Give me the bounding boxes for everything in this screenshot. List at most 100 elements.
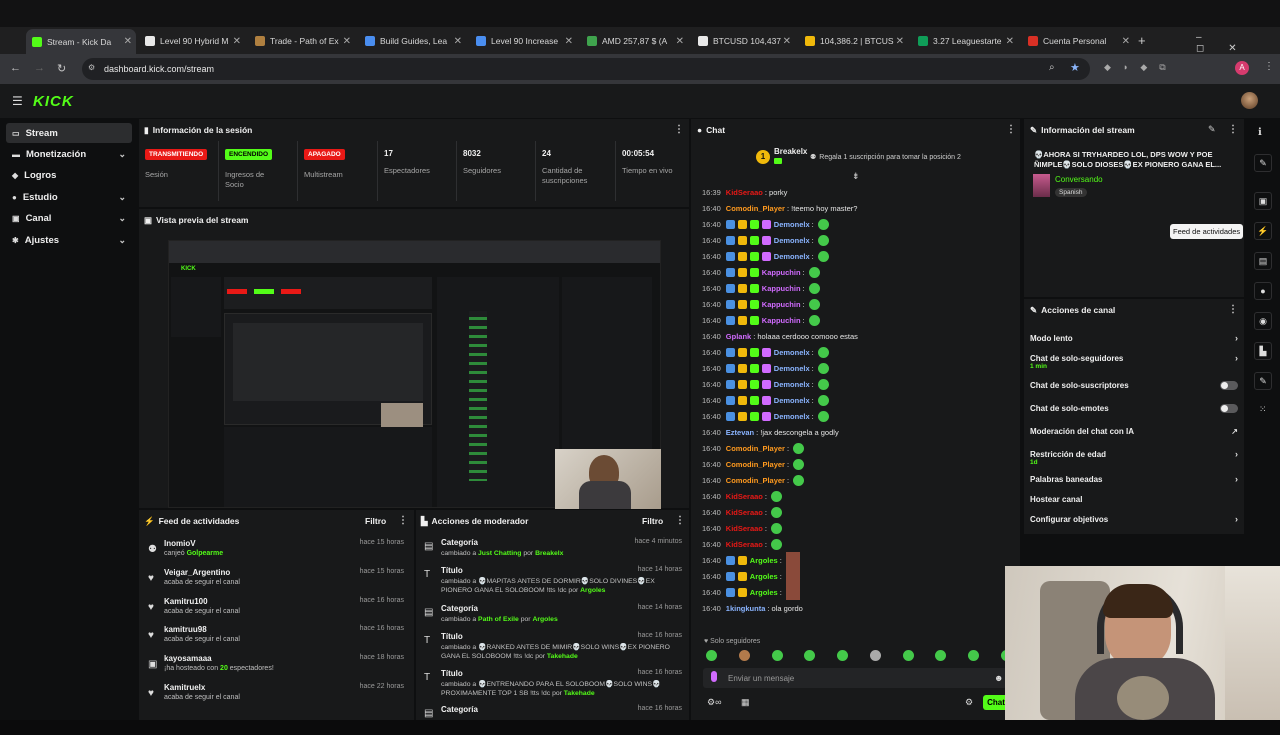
chat-username[interactable]: Kappuchin [762,300,801,309]
url-field[interactable]: dashboard.kick.com/stream [82,58,1090,80]
back-icon[interactable]: ← [10,62,21,74]
sidebar-item-0[interactable]: ▭ Stream [6,123,132,143]
chat-username[interactable]: Eztevan [726,428,754,437]
emote-3[interactable] [771,650,783,661]
chat-username[interactable]: Comodin_Player [726,476,785,485]
extensions-bar[interactable]: ◆◗◆⧉ [1104,62,1178,73]
mod-action-row[interactable]: ▤ Categoría cambiado a Just Chatting por B… [420,538,686,568]
stream-preview-video[interactable]: KICK [168,240,661,509]
chat-message[interactable]: 16:40 Argoles: [702,568,800,584]
chat-message[interactable]: 16:40 Demonelx: [702,232,829,248]
chat-message[interactable]: 16:40 Comodin_Player: !teemo hoy master? [702,200,857,216]
channel-action-row[interactable]: Chat de solo-suscriptores [1030,377,1238,393]
channel-action-row[interactable]: Hostear canal [1030,491,1238,507]
chat-message[interactable]: 16:40 Kappuchin: [702,264,820,280]
channel-action-row[interactable]: Modo lento › [1030,330,1238,346]
channel-actions-menu-icon[interactable]: ⋮ [1228,304,1238,315]
browser-tab-2[interactable]: Level 90 Hybrid M ✕ [139,30,245,52]
toggle-switch[interactable] [1220,403,1238,413]
channel-action-row[interactable]: Moderación del chat con IA ↗ [1030,423,1238,439]
chat-message[interactable]: 16:40 KidSeraao: [702,488,782,504]
tab-close-icon[interactable]: ✕ [1122,36,1130,47]
rail-activity-feed-icon[interactable]: ⚡ [1254,222,1272,240]
feed-user[interactable]: Kamitruelx [164,683,205,692]
emoji-picker-icon[interactable]: ☻ [994,673,1003,683]
chat-message[interactable]: 16:39 KidSeraao: porky [702,184,787,200]
mod-action-row[interactable]: T Título cambiado a 💀ENTRENANDO PARA EL SO… [420,669,686,699]
chat-tools-icon[interactable]: ⚙∞ [707,697,721,708]
channel-action-row[interactable]: Chat de solo-seguidores 1 min › [1030,350,1238,370]
chat-username[interactable]: Kappuchin [762,284,801,293]
chat-username[interactable]: 1kingkunta [726,604,766,613]
chat-username[interactable]: Comodin_Player [726,204,785,213]
hamburger-icon[interactable]: ☰ [12,94,23,108]
pin-icon[interactable]: ⇟ [852,171,860,182]
chat-message[interactable]: 16:40 Kappuchin: [702,312,820,328]
chat-username[interactable]: Demonelx [774,348,810,357]
feed-user[interactable]: Veigar_Argentino [164,568,230,577]
feed-user[interactable]: kayosamaaa [164,654,212,663]
feed-row[interactable]: ♥ Veigar_Argentino acaba de seguir el cana… [144,567,412,596]
stream-info-menu-icon[interactable]: ⋮ [1228,124,1238,135]
tab-close-icon[interactable]: ✕ [124,36,132,47]
tab-close-icon[interactable]: ✕ [343,36,351,47]
emote-9[interactable] [968,650,980,661]
chat-username[interactable]: KidSeraao [726,524,763,533]
emote-5[interactable] [837,650,849,661]
tab-close-icon[interactable]: ✕ [676,36,684,47]
tab-close-icon[interactable]: ✕ [454,36,462,47]
sidebar-item-4[interactable]: ▣ Canal ⌄ [6,209,132,229]
mod-by[interactable]: Breakelx [535,550,563,557]
rail-more-icon[interactable]: ⁙ [1259,404,1267,415]
site-info-icon[interactable]: ⚙ [88,63,95,72]
chat-username[interactable]: Argoles [750,588,778,597]
info-icon[interactable]: ℹ [1258,127,1262,138]
rail-doc-icon[interactable]: ▤ [1254,252,1272,270]
chat-username[interactable]: KidSeraao [726,508,763,517]
chat-username[interactable]: Comodin_Player [726,460,785,469]
feed-row[interactable]: ♥ Kamitru100 acaba de seguir el canal hace … [144,596,412,625]
chat-username[interactable]: KidSeraao [726,540,763,549]
browser-tab-7[interactable]: BTCUSD 104,437 ✕ [692,30,795,52]
feed-user[interactable]: InomioV [164,539,196,548]
mod-action-row[interactable]: ▤ Categoría cambiado a Path of Exile por A… [420,604,686,634]
chat-message[interactable]: 16:40 Comodin_Player: [702,472,805,488]
chat-username[interactable]: Demonelx [774,364,810,373]
chat-username[interactable]: Comodin_Player [726,444,785,453]
feed-menu-icon[interactable]: ⋮ [398,515,408,526]
mod-action-row[interactable]: T Título cambiado a 💀MAPITAS ANTES DE DORM… [420,566,686,596]
browser-tab-3[interactable]: Trade - Path of Ex ✕ [249,30,355,52]
channel-action-row[interactable]: Palabras baneadas › [1030,471,1238,487]
rail-preview-icon[interactable]: ▣ [1254,192,1272,210]
chat-message[interactable]: 16:40 Gplank: holaaa cerdooo comooo estas [702,328,858,344]
browser-tab-1[interactable]: Stream - Kick Da ✕ [26,29,136,54]
feed-user[interactable]: kamitruu98 [164,625,207,634]
emote-7[interactable] [902,650,914,661]
feed-filter-button[interactable]: Filtro [365,516,386,526]
edit-icon[interactable]: ✎ [1208,124,1216,135]
mod-by[interactable]: Takehade [547,653,578,660]
window-controls[interactable]: –◻✕ [1196,32,1280,54]
bookmark-star-icon[interactable]: ★ [1070,61,1080,74]
chat-username[interactable]: Gplank [726,332,751,341]
mod-by[interactable]: Argoles [580,587,605,594]
emote-6[interactable] [869,650,881,661]
feed-user[interactable]: Kamitru100 [164,597,208,606]
reload-icon[interactable]: ↻ [57,62,66,75]
browser-tab-8[interactable]: 104,386.2 | BTCUS ✕ [799,30,908,52]
chat-message[interactable]: 16:40 Demonelx: [702,216,829,232]
rail-mod-icon[interactable]: ▙ [1254,342,1272,360]
sidebar-item-5[interactable]: ✱ Ajustes ⌄ [6,230,132,250]
mod-action-row[interactable]: T Título cambiado a 💀RANKED ANTES DE MIMIR… [420,632,686,662]
chat-message[interactable]: 16:40 Eztevan: !jax descongela a godly [702,424,839,440]
mod-action-row[interactable]: ▤ Categoría hace 16 horas [420,705,686,735]
chat-message[interactable]: 16:40 Kappuchin: [702,280,820,296]
emote-4[interactable] [804,650,816,661]
chat-username[interactable]: Demonelx [774,412,810,421]
chat-message[interactable]: 16:40 Demonelx: [702,392,829,408]
chat-username[interactable]: Demonelx [774,220,810,229]
chat-message[interactable]: 16:40 Argoles: [702,584,800,600]
emote-8[interactable] [935,650,947,661]
feed-row[interactable]: ▣ kayosamaaa ¡ha hosteado con 20 espectado… [144,653,412,682]
gift-box-icon[interactable]: ▦ [741,697,750,708]
